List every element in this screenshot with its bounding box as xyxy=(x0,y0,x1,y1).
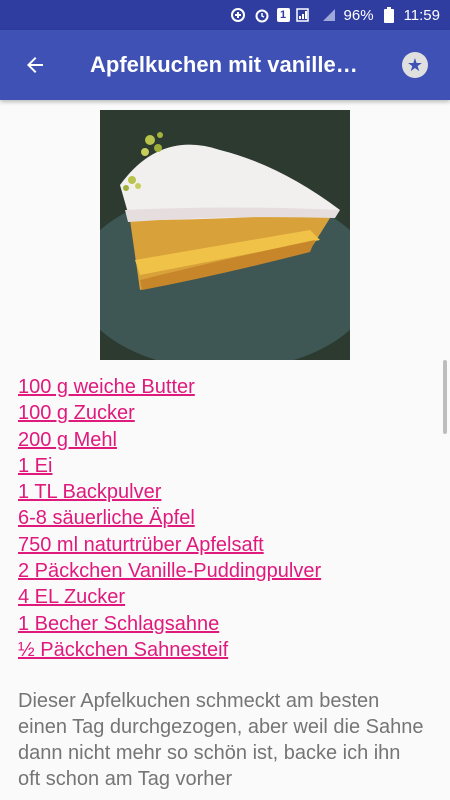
scrollbar[interactable] xyxy=(443,360,447,434)
app-bar: Apfelkuchen mit vanille… ★ xyxy=(0,30,450,100)
clock: 11:59 xyxy=(403,6,440,24)
star-icon: ★ xyxy=(402,52,428,78)
cell-signal-icon xyxy=(320,6,338,24)
arrow-back-icon xyxy=(27,57,43,73)
data-saver-icon xyxy=(229,6,247,24)
ingredient-link[interactable]: 200 g Mehl xyxy=(18,427,438,453)
ingredient-link[interactable]: 100 g Zucker xyxy=(18,400,438,426)
ingredient-link[interactable]: 2 Päckchen Vanille-Puddingpulver xyxy=(18,558,438,584)
ingredient-link[interactable]: 1 Ei xyxy=(18,453,438,479)
signal-icon xyxy=(295,6,314,24)
back-button[interactable] xyxy=(0,30,70,100)
ingredient-link[interactable]: 1 Becher Schlagsahne xyxy=(18,611,438,637)
ingredient-link[interactable]: 6-8 säuerliche Äpfel xyxy=(18,505,438,531)
ingredient-list: 100 g weiche Butter 100 g Zucker 200 g M… xyxy=(18,374,438,663)
battery-icon xyxy=(380,6,398,24)
alarm-icon xyxy=(253,6,271,24)
notification-badge: 1 xyxy=(276,8,290,22)
ingredient-link[interactable]: 750 ml naturtrüber Apfelsaft xyxy=(18,532,438,558)
ingredient-link[interactable]: 4 EL Zucker xyxy=(18,584,438,610)
recipe-photo xyxy=(100,110,350,360)
recipe-description: Dieser Apfelkuchen schmeckt am besten ei… xyxy=(18,690,424,790)
ingredient-link[interactable]: 1 TL Backpulver xyxy=(18,479,438,505)
battery-percent: 96% xyxy=(343,6,374,24)
page-title: Apfelkuchen mit vanille… xyxy=(90,52,358,77)
favorite-button[interactable]: ★ xyxy=(380,30,450,100)
ingredient-link[interactable]: ½ Päckchen Sahnesteif xyxy=(18,637,438,663)
ingredient-link[interactable]: 100 g weiche Butter xyxy=(18,374,438,400)
status-bar: 1 96% 11:59 xyxy=(0,0,450,30)
